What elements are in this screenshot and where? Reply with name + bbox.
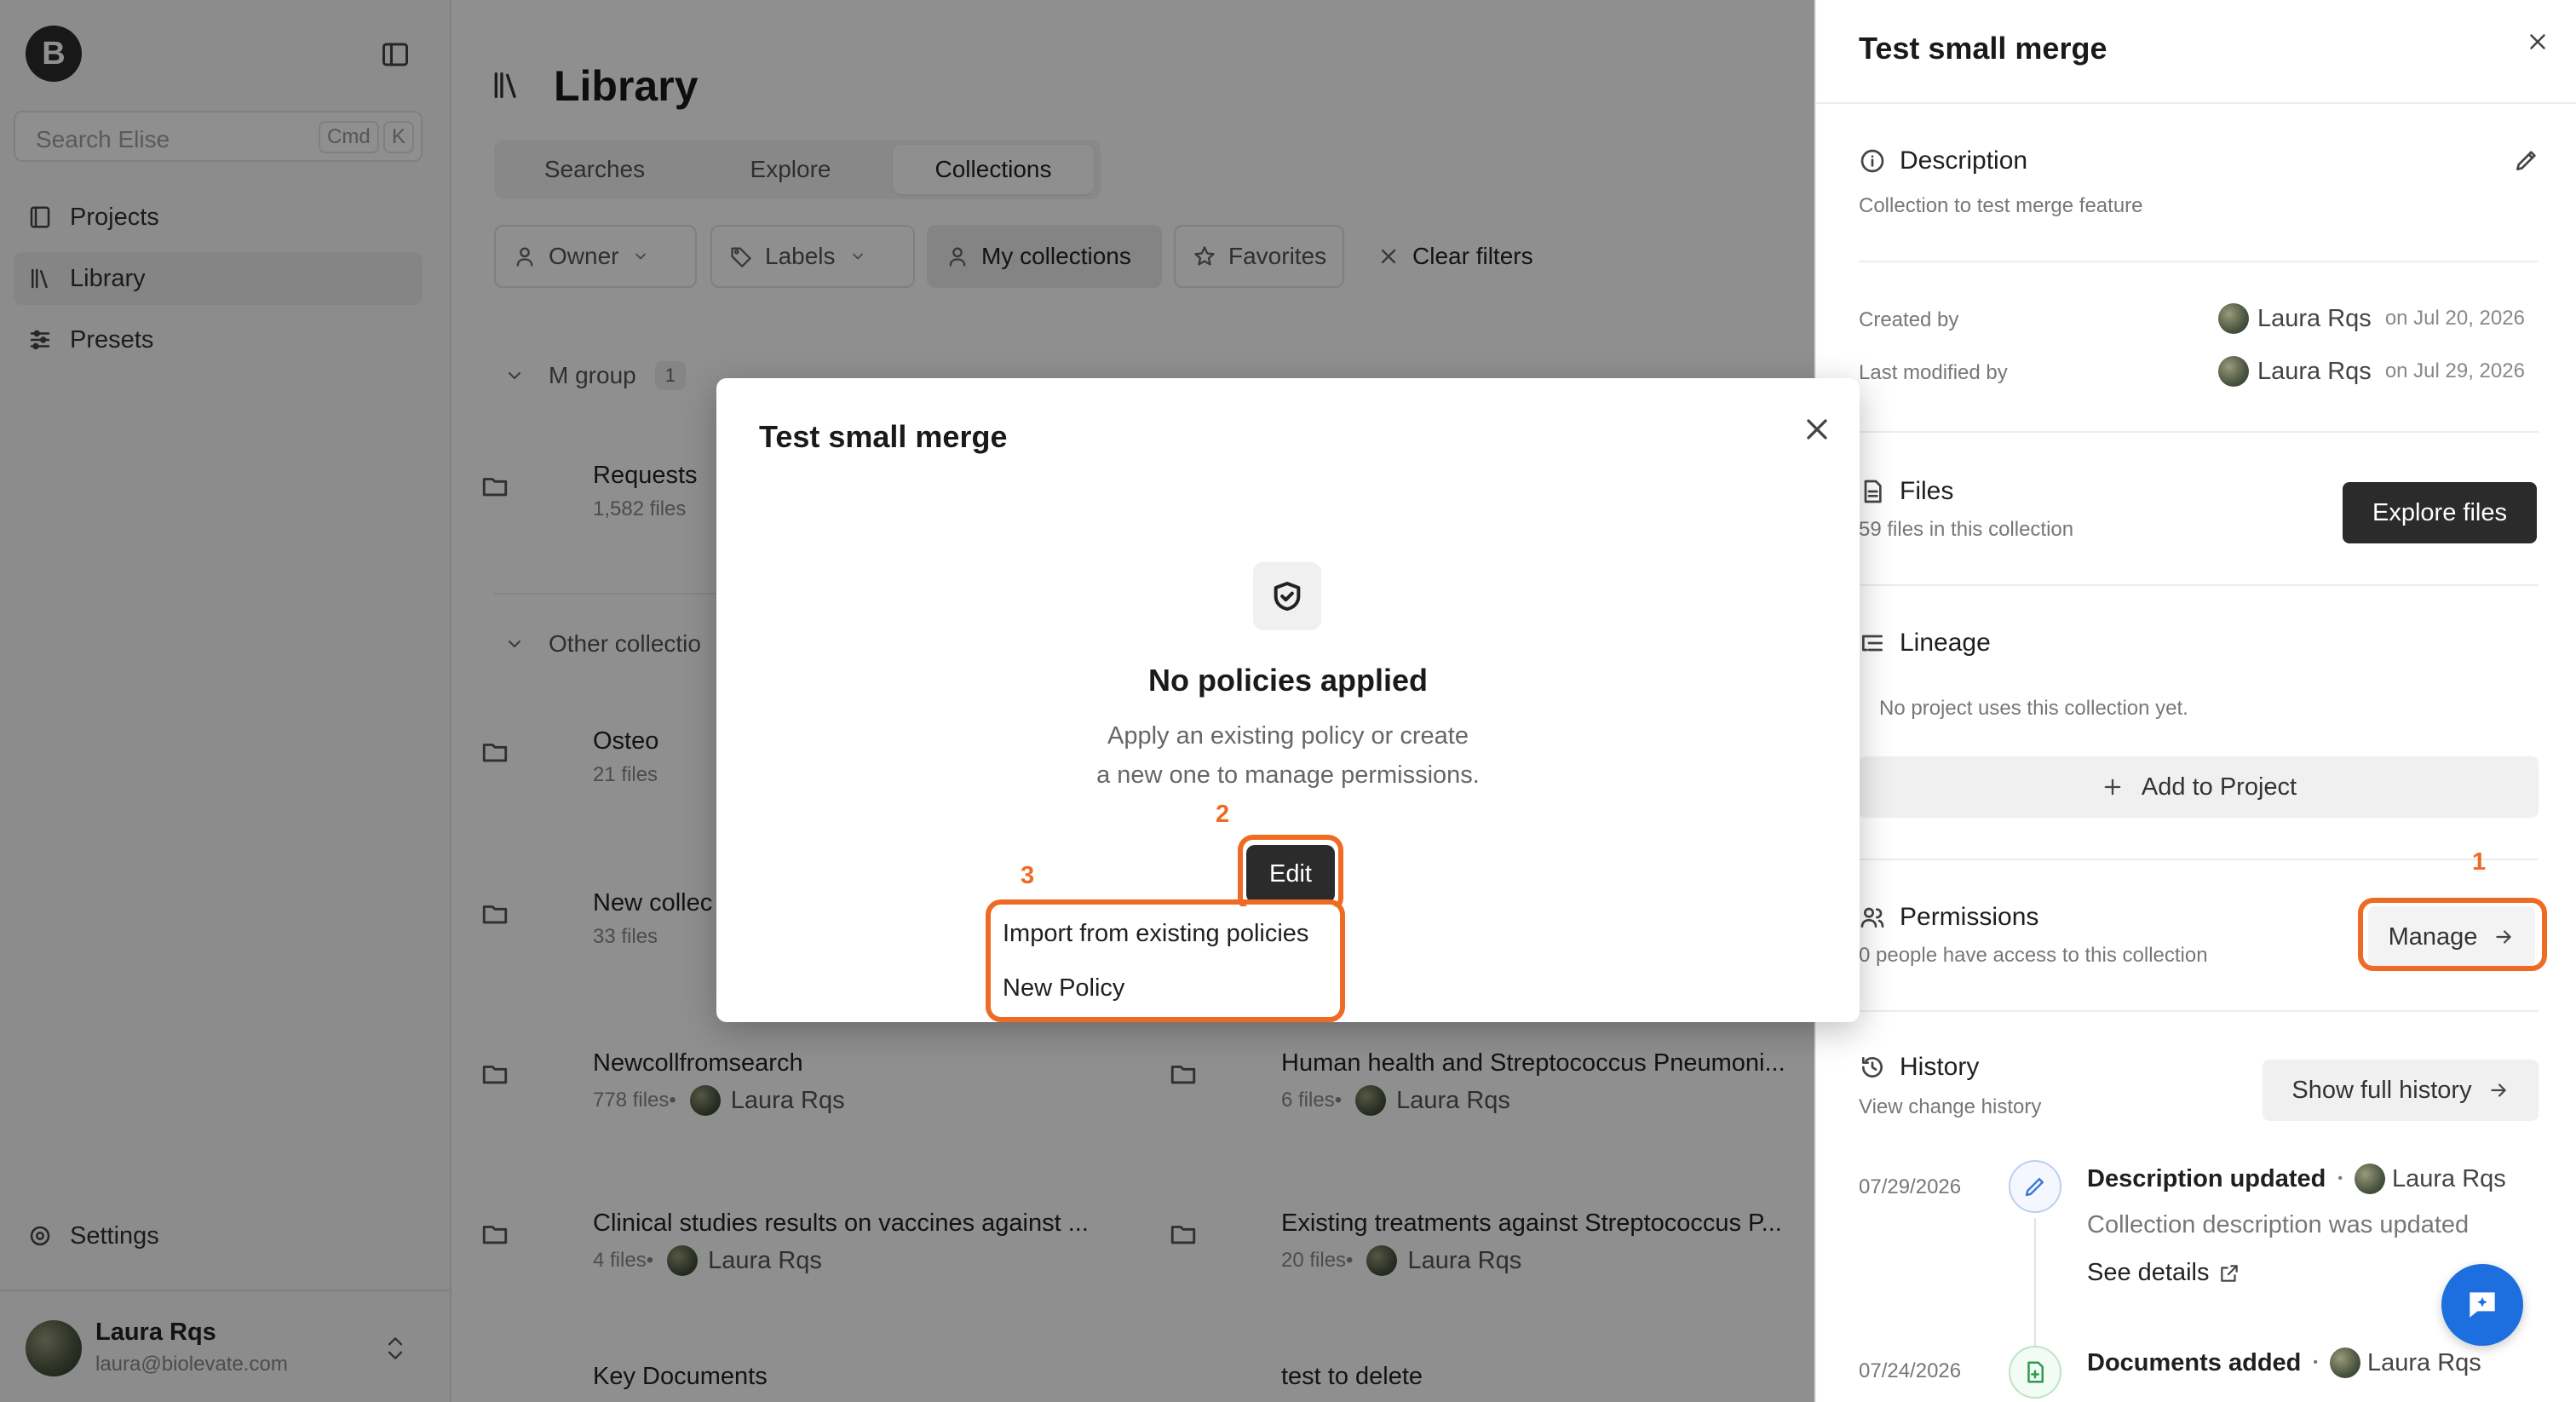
event-header: Documents added • Laura Rqs xyxy=(2087,1347,2481,1378)
document-added-icon xyxy=(2009,1346,2061,1399)
panel-title: Test small merge xyxy=(1859,31,2107,66)
edit-event-icon xyxy=(2009,1160,2061,1213)
created-date: on Jul 20, 2026 xyxy=(2384,307,2525,330)
close-icon[interactable] xyxy=(1800,412,1834,446)
info-icon xyxy=(1859,147,1886,175)
add-to-project-button[interactable]: Add to Project xyxy=(1859,756,2539,818)
event-title: Documents added xyxy=(2087,1348,2302,1376)
modified-by-user: Laura Rqs xyxy=(2257,357,2372,385)
see-details-label: See details xyxy=(2087,1259,2210,1286)
divider xyxy=(1816,102,2576,104)
empty-state-text: a new one to manage permissions. xyxy=(1096,761,1480,789)
empty-state-title: No policies applied xyxy=(1147,663,1429,698)
permissions-label: Permissions xyxy=(1900,903,2039,931)
modified-date: on Jul 29, 2026 xyxy=(2384,359,2525,382)
divider xyxy=(1859,431,2539,433)
description-label: Description xyxy=(1900,147,2028,175)
show-full-history-label: Show full history xyxy=(2291,1076,2472,1104)
annotation-marker-1: 1 xyxy=(2472,848,2487,876)
divider xyxy=(1859,859,2539,860)
event-user: Laura Rqs xyxy=(2391,1164,2506,1192)
avatar xyxy=(2218,303,2249,334)
annotation-marker-2: 2 xyxy=(1216,801,1230,828)
external-link-icon xyxy=(2218,1262,2240,1284)
close-icon[interactable] xyxy=(2525,29,2550,55)
permissions-heading: Permissions xyxy=(1859,903,2038,932)
collection-detail-panel: Test small merge Description Collection … xyxy=(1814,0,2576,1402)
policies-modal: Test small merge No policies applied App… xyxy=(716,378,1860,1022)
history-label: History xyxy=(1900,1053,1980,1081)
divider xyxy=(1859,584,2539,586)
files-heading: Files xyxy=(1859,477,1953,506)
annotation-marker-3: 3 xyxy=(1021,862,1035,889)
history-heading: History xyxy=(1859,1053,1979,1082)
lineage-label: Lineage xyxy=(1900,629,1991,657)
arrow-right-icon xyxy=(2487,1079,2510,1101)
avatar xyxy=(2354,1164,2385,1194)
created-by-row: Laura Rqs on Jul 20, 2026 xyxy=(2218,303,2525,334)
files-count-text: 59 files in this collection xyxy=(1859,518,2074,541)
event-header: Description updated • Laura Rqs xyxy=(2087,1164,2506,1194)
event-date: 07/24/2026 xyxy=(1859,1359,1962,1382)
highlight-menu xyxy=(986,899,1345,1022)
event-detail: Collection description was updated xyxy=(2087,1211,2470,1238)
created-by-user: Laura Rqs xyxy=(2257,304,2372,332)
list-tree-icon xyxy=(1859,629,1886,657)
highlight-manage xyxy=(2358,898,2547,971)
files-label: Files xyxy=(1900,477,1954,505)
modal-title: Test small merge xyxy=(759,419,1008,454)
divider xyxy=(1859,261,2539,262)
event-user: Laura Rqs xyxy=(2366,1348,2481,1376)
created-by-label: Created by xyxy=(1859,308,1959,331)
timeline-line xyxy=(2034,1218,2036,1363)
users-icon xyxy=(1859,904,1886,931)
modified-by-row: Laura Rqs on Jul 29, 2026 xyxy=(2218,356,2525,387)
chat-button[interactable] xyxy=(2441,1264,2523,1346)
edit-pencil-icon[interactable] xyxy=(2513,147,2540,174)
permissions-text: 0 people have access to this collection xyxy=(1859,944,2208,967)
see-details-link[interactable]: See details xyxy=(2087,1259,2240,1287)
empty-state-text: Apply an existing policy or create xyxy=(1107,722,1469,750)
avatar xyxy=(2218,356,2249,387)
history-text: View change history xyxy=(1859,1095,2042,1118)
shield-check-icon xyxy=(1253,562,1321,630)
event-title: Description updated xyxy=(2087,1164,2326,1192)
modified-by-label: Last modified by xyxy=(1859,361,2008,384)
avatar xyxy=(2329,1347,2360,1378)
divider xyxy=(1859,1010,2539,1012)
file-icon xyxy=(1859,478,1886,505)
add-to-project-label: Add to Project xyxy=(2141,773,2297,801)
description-text: Collection to test merge feature xyxy=(1859,194,2143,217)
explore-files-button[interactable]: Explore files xyxy=(2343,482,2537,543)
plus-icon xyxy=(2101,775,2125,799)
description-heading: Description xyxy=(1859,147,2027,175)
history-icon xyxy=(1859,1054,1886,1081)
lineage-heading: Lineage xyxy=(1859,629,1991,658)
chat-icon xyxy=(2470,1292,2495,1318)
event-date: 07/29/2026 xyxy=(1859,1175,1962,1198)
lineage-text: No project uses this collection yet. xyxy=(1879,697,2188,720)
show-full-history-button[interactable]: Show full history xyxy=(2263,1060,2539,1121)
